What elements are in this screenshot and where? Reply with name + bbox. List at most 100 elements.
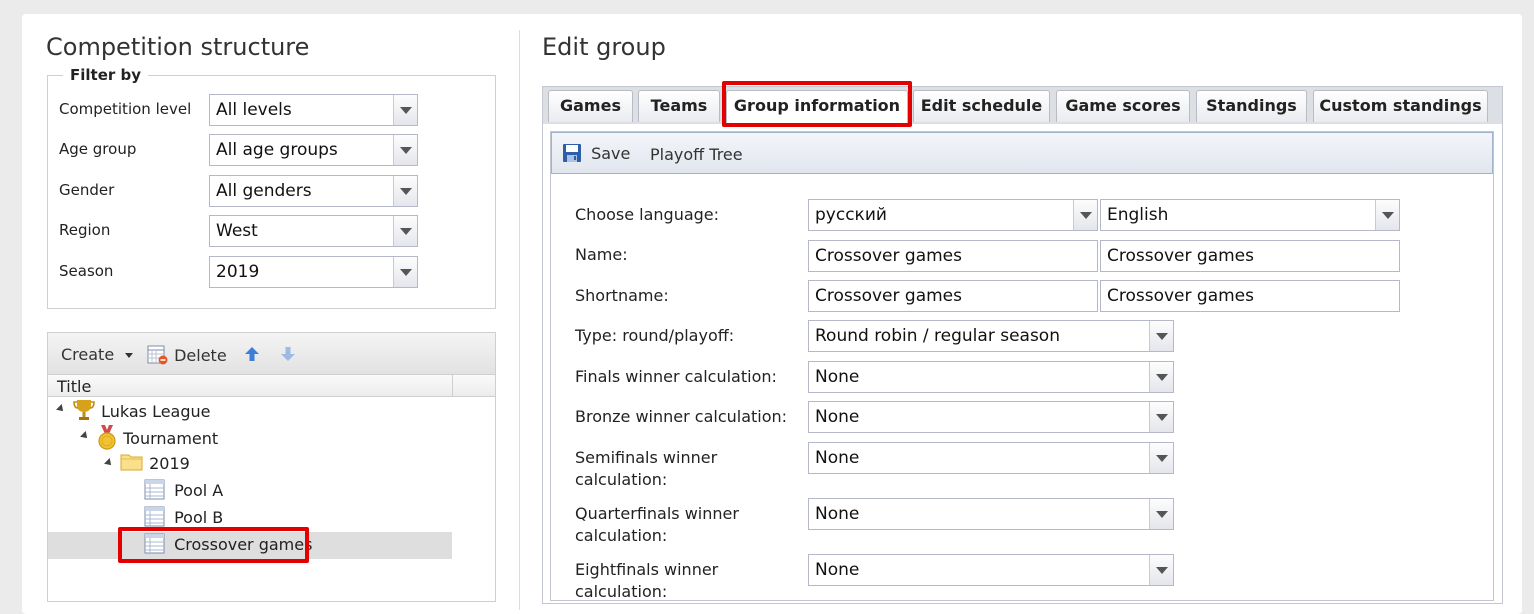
tab-edit-schedule[interactable]: Edit schedule <box>913 90 1050 122</box>
tournament-label: Tournament <box>123 429 219 448</box>
shortname-label: Shortname: <box>575 286 669 305</box>
tree-node-pool-b[interactable]: Pool B <box>144 506 223 528</box>
chevron-down-icon[interactable] <box>1149 321 1173 351</box>
create-label: Create <box>61 345 115 364</box>
chevron-down-icon[interactable] <box>393 216 417 246</box>
finals-select[interactable]: None <box>808 361 1174 393</box>
semifinals-select[interactable]: None <box>808 442 1174 474</box>
gender-select[interactable]: All genders <box>209 175 418 207</box>
pool-b-label: Pool B <box>174 508 224 527</box>
type-label: Type: round/playoff: <box>575 326 735 345</box>
age-group-value: All age groups <box>216 140 338 160</box>
bronze-label: Bronze winner calculation: <box>575 407 788 426</box>
region-select[interactable]: West <box>209 215 418 247</box>
language-select-2[interactable]: English <box>1100 199 1400 231</box>
trophy-icon <box>73 400 95 420</box>
save-button[interactable]: Save <box>562 143 630 163</box>
playoff-tree-button[interactable]: Playoff Tree <box>650 145 743 164</box>
chevron-down-icon[interactable] <box>1149 499 1173 529</box>
competition-level-label: Competition level <box>59 100 192 118</box>
language-2-value: English <box>1107 205 1169 225</box>
semifinals-label: Semifinals winner calculation: <box>575 447 717 491</box>
language-select-1[interactable]: русский <box>808 199 1098 231</box>
name-label: Name: <box>575 245 628 264</box>
finals-value: None <box>815 367 860 387</box>
tab-games[interactable]: Games <box>548 90 633 122</box>
semifinals-value: None <box>815 448 860 468</box>
table-icon <box>144 506 165 527</box>
delete-button[interactable]: Delete <box>147 345 227 365</box>
delete-label: Delete <box>174 346 227 365</box>
eightfinals-value: None <box>815 560 860 580</box>
highlight-box <box>118 527 309 563</box>
create-button[interactable]: Create <box>61 345 134 364</box>
chevron-down-icon[interactable] <box>1149 555 1173 585</box>
filter-legend: Filter by <box>63 66 149 84</box>
move-down-button[interactable] <box>280 346 296 366</box>
chevron-down-icon[interactable] <box>1375 200 1399 230</box>
delete-icon <box>147 345 168 365</box>
bronze-value: None <box>815 407 860 427</box>
panel-divider <box>519 30 520 610</box>
tree-node-tournament[interactable]: Tournament <box>96 425 218 451</box>
chevron-down-icon[interactable] <box>1149 443 1173 473</box>
age-group-select[interactable]: All age groups <box>209 134 418 166</box>
quarterfinals-select[interactable]: None <box>808 498 1174 530</box>
save-icon <box>563 144 581 162</box>
tab-standings[interactable]: Standings <box>1196 90 1307 122</box>
eightfinals-label: Eightfinals winner calculation: <box>575 559 718 603</box>
tree-node-pool-a[interactable]: Pool A <box>144 479 223 501</box>
title-column-header[interactable]: Title <box>48 375 495 397</box>
shortname-field-2[interactable]: Crossover games <box>1100 280 1400 312</box>
chevron-down-icon[interactable] <box>393 95 417 125</box>
move-up-button[interactable] <box>244 346 260 366</box>
medal-icon <box>98 425 116 450</box>
pool-a-label: Pool A <box>174 481 224 500</box>
dropdown-arrow-icon <box>125 353 134 358</box>
semifinals-label-line-1: Semifinals winner <box>575 448 718 467</box>
chevron-down-icon[interactable] <box>1149 402 1173 432</box>
save-label: Save <box>591 144 631 163</box>
region-label: Region <box>59 221 111 239</box>
edit-group-title: Edit group <box>542 33 666 61</box>
competition-structure-title: Competition structure <box>46 33 310 61</box>
region-value: West <box>216 221 258 241</box>
highlight-box <box>722 81 912 127</box>
bronze-select[interactable]: None <box>808 401 1174 433</box>
title-column-label: Title <box>57 377 92 396</box>
gender-label: Gender <box>59 181 115 199</box>
competition-level-value: All levels <box>216 100 292 120</box>
eightfinals-select[interactable]: None <box>808 554 1174 586</box>
tab-teams[interactable]: Teams <box>638 90 720 122</box>
quarterfinals-value: None <box>815 504 860 524</box>
season-node-label: 2019 <box>149 454 190 473</box>
chevron-down-icon[interactable] <box>1149 362 1173 392</box>
form-toolbar: Save Playoff Tree <box>551 132 1493 174</box>
quarterfinals-label-line-1: Quarterfinals winner <box>575 504 739 523</box>
finals-label: Finals winner calculation: <box>575 367 777 386</box>
gender-value: All genders <box>216 181 312 201</box>
shortname-field-1[interactable]: Crossover games <box>808 280 1098 312</box>
type-value: Round robin / regular season <box>815 326 1060 346</box>
eightfinals-label-line-2: calculation: <box>575 582 668 601</box>
type-select[interactable]: Round robin / regular season <box>808 320 1174 352</box>
chevron-down-icon[interactable] <box>393 176 417 206</box>
tab-game-scores[interactable]: Game scores <box>1056 90 1190 122</box>
tree-toolbar: Create Delete <box>48 333 495 375</box>
name-field-2[interactable]: Crossover games <box>1100 240 1400 272</box>
quarterfinals-label: Quarterfinals winner calculation: <box>575 503 739 547</box>
age-group-label: Age group <box>59 140 137 158</box>
chevron-down-icon[interactable] <box>393 257 417 287</box>
tab-custom-standings[interactable]: Custom standings <box>1313 90 1488 122</box>
chevron-down-icon[interactable] <box>393 135 417 165</box>
tree-node-league[interactable]: Lukas League <box>72 398 211 422</box>
language-1-value: русский <box>815 205 887 225</box>
chevron-down-icon[interactable] <box>1073 200 1097 230</box>
competition-level-select[interactable]: All levels <box>209 94 418 126</box>
arrow-down-icon <box>281 347 295 361</box>
arrow-up-icon <box>245 347 259 361</box>
eightfinals-label-line-1: Eightfinals winner <box>575 560 719 579</box>
season-select[interactable]: 2019 <box>209 256 418 288</box>
name-field-1[interactable]: Crossover games <box>808 240 1098 272</box>
tree-node-season[interactable]: 2019 <box>120 452 190 473</box>
